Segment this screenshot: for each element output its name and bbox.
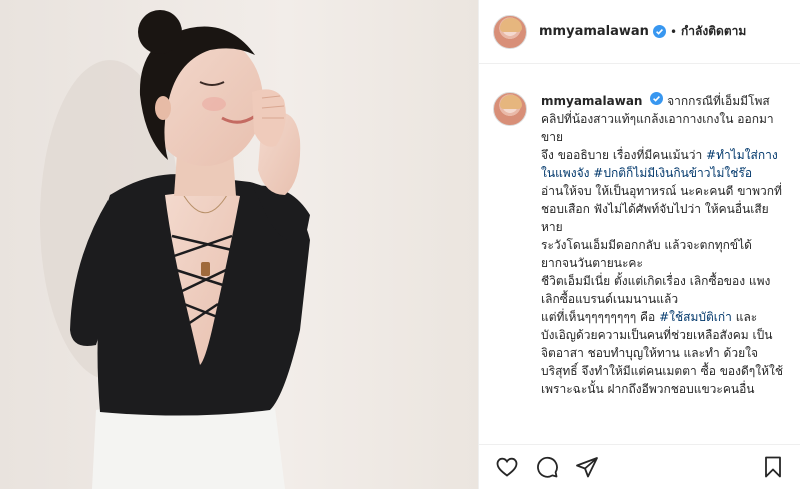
like-button[interactable]: [495, 455, 519, 479]
verified-icon: [652, 25, 666, 38]
avatar[interactable]: [493, 14, 527, 49]
verified-icon: [650, 92, 664, 105]
bookmark-icon: [765, 456, 781, 478]
caption-line-8: เพราะฉะนั้น ฝากถึงอีพวกชอบแขวะคนอื่น: [541, 382, 755, 396]
comment-icon: [537, 456, 558, 478]
caption-line-4: ระวังโดนเอ็มมีดอกกลับ แล้วจะตกทุกข์ได้ ย…: [541, 238, 752, 270]
follow-status-button[interactable]: กำลังติดตาม: [681, 22, 746, 41]
caption-avatar[interactable]: [493, 92, 527, 126]
post-header: mmyamalawan • กำลังติดตาม: [479, 0, 800, 64]
header-username[interactable]: mmyamalawan: [539, 24, 649, 39]
save-button[interactable]: [761, 455, 785, 479]
caption-paragraph-6: แต่ที่เห็นๆๆๆๆๆๆๆๆ คือ #ใช้สมบัติเก่า แล…: [541, 308, 787, 380]
caption-paragraph-2: จึง ขออธิบาย เรื่องที่มีคนเม้นว่า #ทำไมใ…: [541, 146, 787, 182]
caption-text: mmyamalawan จากกรณีที่เอ็มมีโพส คลิปที่น…: [541, 92, 787, 398]
hashtag-link[interactable]: #ใช้สมบัติเก่า: [659, 310, 732, 324]
heart-icon: [496, 457, 518, 477]
caption-line-2: จึง ขออธิบาย เรื่องที่มีคนเม้นว่า: [541, 148, 707, 162]
action-bar: [479, 444, 800, 489]
post-side-panel: mmyamalawan • กำลังติดตาม mmyamalawan จา…: [478, 0, 800, 489]
woman-photo-illustration: [0, 0, 478, 489]
comment-button[interactable]: [535, 455, 559, 479]
share-icon: [576, 457, 598, 478]
separator-dot: •: [669, 24, 678, 39]
caption-row: mmyamalawan จากกรณีที่เอ็มมีโพส คลิปที่น…: [493, 92, 787, 398]
hashtag-link[interactable]: #ปกติก็ไม่มีเงินกินข้าวไม่ใช่ร๊อ: [593, 166, 752, 180]
caption-area: mmyamalawan จากกรณีที่เอ็มมีโพส คลิปที่น…: [479, 64, 800, 444]
caption-line-5: ชีวิตเอ็มมีเนี่ย ตั้งแต่เกิดเรื่อง เลิกซ…: [541, 274, 771, 306]
caption-username[interactable]: mmyamalawan: [541, 94, 642, 108]
caption-line-6: แต่ที่เห็นๆๆๆๆๆๆๆๆ คือ: [541, 310, 660, 324]
share-button[interactable]: [575, 455, 599, 479]
post-photo[interactable]: [0, 0, 478, 489]
caption-line-3: อ่านให้จบ ให้เป็นอุทาหรณ์ นะคะคนดี ขาพวก…: [541, 184, 782, 234]
